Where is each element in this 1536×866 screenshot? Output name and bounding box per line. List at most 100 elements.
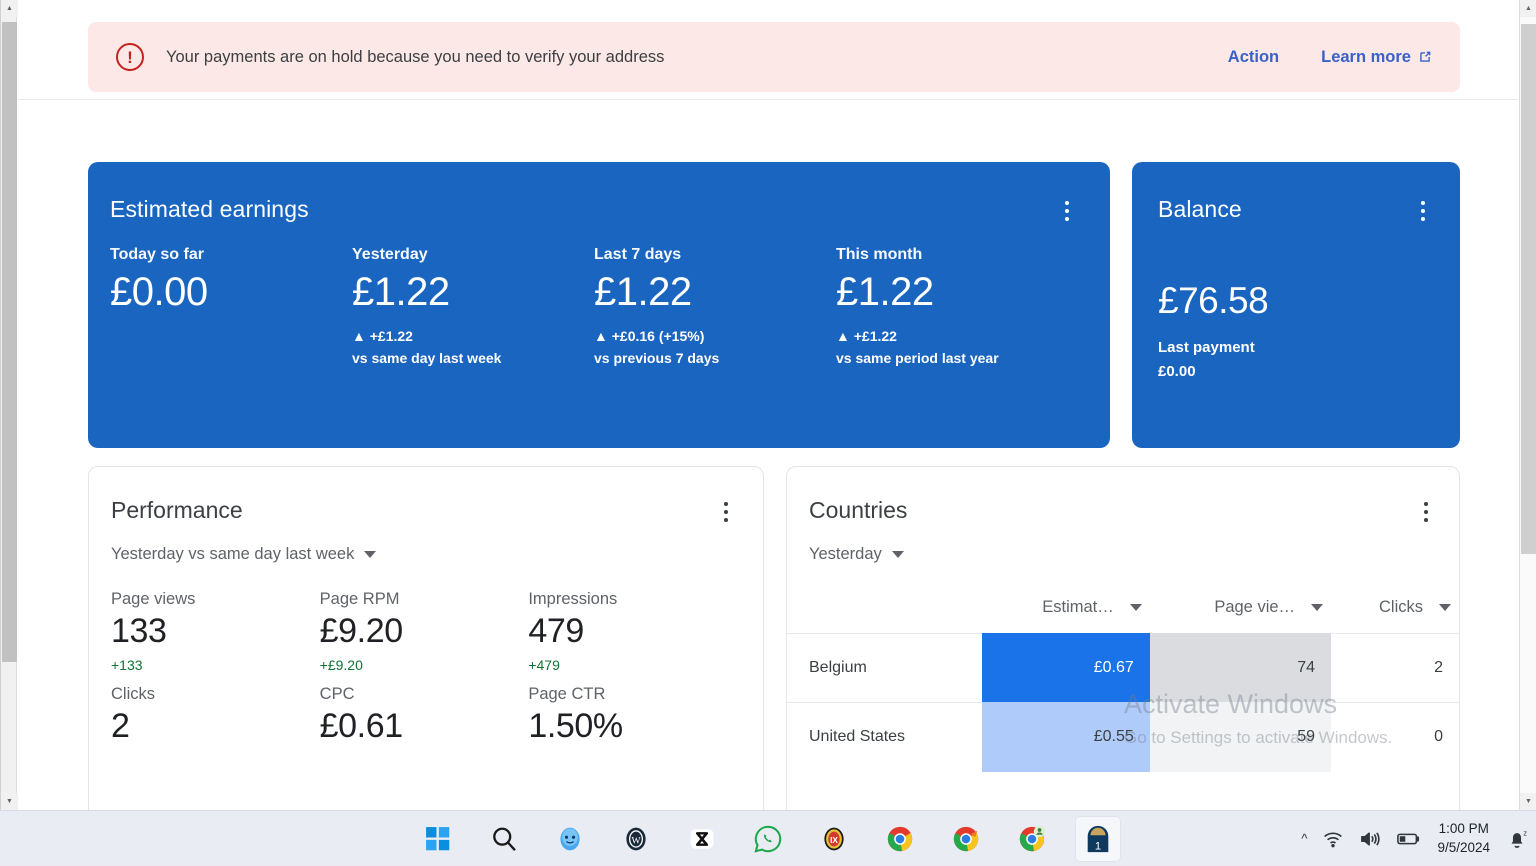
scroll-down-arrow-icon[interactable]: ▼ xyxy=(1,793,18,810)
metric-delta: ▲ +£0.16 (+15%) vs previous 7 days xyxy=(594,326,836,369)
svg-text:z: z xyxy=(1523,828,1527,837)
countries-table-header-row: Estimat… Page vie… Clicks xyxy=(787,588,1459,634)
performance-header: Performance xyxy=(111,497,737,525)
speaker-icon[interactable] xyxy=(1359,830,1381,848)
metric-value: £1.22 xyxy=(352,270,450,314)
payment-hold-alert: ! Your payments are on hold because you … xyxy=(88,22,1460,92)
balance-last-payment: Last payment £0.00 xyxy=(1158,336,1434,384)
chevron-down-icon xyxy=(1311,604,1324,611)
scroll-up-arrow-icon[interactable]: ▲ xyxy=(1,0,18,17)
metric-delta-value: ▲ +£1.22 xyxy=(836,328,897,344)
performance-more-options-icon[interactable] xyxy=(715,499,737,525)
col-estimated-earnings[interactable]: Estimat… xyxy=(982,588,1150,634)
tray-status-icons[interactable] xyxy=(1323,830,1421,848)
perf-metric-label: Page views xyxy=(111,590,196,608)
balance-header: Balance xyxy=(1158,196,1434,224)
last-payment-value: £0.00 xyxy=(1158,363,1196,380)
ixl-icon[interactable]: IX xyxy=(811,816,857,862)
perf-metric-value: £9.20 xyxy=(319,612,403,650)
metric-delta: ▲ +£1.22 vs same day last week xyxy=(352,326,594,369)
perf-metric-cpc: CPC £0.61 xyxy=(320,685,529,754)
countries-table-head: Estimat… Page vie… Clicks xyxy=(787,588,1459,634)
scroll-down-arrow-icon-right[interactable]: ▼ xyxy=(1520,793,1536,810)
estimated-earnings-more-options-icon[interactable] xyxy=(1056,198,1078,224)
chevron-down-icon xyxy=(891,551,904,558)
countries-range-label: Yesterday xyxy=(809,545,882,563)
external-link-icon xyxy=(1420,51,1431,62)
whatsapp-icon[interactable] xyxy=(745,816,791,862)
countries-title: Countries xyxy=(809,497,908,523)
countries-header-pad: Countries Yesterday xyxy=(787,497,1459,564)
wifi-icon[interactable] xyxy=(1323,830,1343,848)
col-estimated-earnings-label: Estimat… xyxy=(1042,598,1114,616)
perf-metric-value: 133 xyxy=(111,612,167,650)
cell-country: United States xyxy=(787,702,982,772)
metric-delta: ▲ +£1.22 vs same period last year xyxy=(836,326,1078,369)
chevron-down-icon xyxy=(364,551,377,558)
chrome-icon[interactable] xyxy=(877,816,923,862)
cell-clicks: 2 xyxy=(1331,633,1459,703)
metric-delta-value: ▲ +£1.22 xyxy=(352,328,413,344)
balance-title: Balance xyxy=(1158,196,1242,222)
alert-action-label: Action xyxy=(1227,47,1280,66)
alert-learn-more-link[interactable]: Learn more xyxy=(1321,48,1432,67)
clock-date: 9/5/2024 xyxy=(1437,839,1490,855)
perf-metric-value: 1.50% xyxy=(528,707,623,745)
summary-cards-row: Estimated earnings Today so far £0.00 Ye… xyxy=(88,162,1460,448)
chevron-down-icon xyxy=(1439,604,1451,611)
table-row[interactable]: United States £0.55 59 0 xyxy=(787,702,1459,772)
chrome-profile-icon[interactable] xyxy=(1009,816,1055,862)
notifications-silenced-icon[interactable]: z xyxy=(1506,828,1528,850)
left-scrollbar[interactable]: ▲ ▼ xyxy=(0,0,18,810)
battery-icon[interactable] xyxy=(1397,831,1421,847)
performance-card: Performance Yesterday vs same day last w… xyxy=(88,466,764,810)
left-scrollbar-thumb[interactable] xyxy=(2,22,17,662)
error-circle-icon: ! xyxy=(116,43,144,71)
metric-delta-value: ▲ +£0.16 (+15%) xyxy=(594,328,705,344)
alert-action-button[interactable]: Action xyxy=(1228,48,1279,67)
right-scrollbar-thumb[interactable] xyxy=(1521,24,1536,554)
countries-range-selector[interactable]: Yesterday xyxy=(809,545,904,564)
col-page-views[interactable]: Page vie… xyxy=(1150,588,1331,634)
copilot-icon[interactable] xyxy=(547,816,593,862)
balance-card: Balance £76.58 Last payment £0.00 xyxy=(1132,162,1460,448)
svg-text:1: 1 xyxy=(1095,840,1101,852)
performance-range-selector[interactable]: Yesterday vs same day last week xyxy=(111,545,377,564)
countries-header: Countries xyxy=(809,497,1437,525)
col-clicks[interactable]: Clicks xyxy=(1331,588,1459,634)
perf-metric-label: Impressions xyxy=(528,590,618,608)
perf-metric-delta: +133 xyxy=(111,657,143,673)
perf-metric-label: Clicks xyxy=(111,685,155,703)
metric-delta-note: vs same period last year xyxy=(836,349,999,366)
capcut-icon[interactable] xyxy=(679,816,725,862)
search-icon[interactable] xyxy=(481,816,527,862)
app-one-icon[interactable]: 1 xyxy=(1075,815,1121,862)
metric-yesterday: Yesterday £1.22 ▲ +£1.22 vs same day las… xyxy=(352,246,594,369)
perf-metric-delta: +479 xyxy=(528,657,560,673)
dashboard-content: Estimated earnings Today so far £0.00 Ye… xyxy=(18,100,1518,810)
metric-value: £1.22 xyxy=(594,270,692,314)
metric-value: £0.00 xyxy=(110,270,208,314)
perf-metric-label: CPC xyxy=(319,685,355,703)
estimated-earnings-title: Estimated earnings xyxy=(110,196,309,222)
taskbar-clock[interactable]: 1:00 PM 9/5/2024 xyxy=(1437,820,1490,856)
clock-time: 1:00 PM xyxy=(1438,821,1489,837)
perf-metric-label: Page RPM xyxy=(319,590,400,608)
perf-metric-delta: +£9.20 xyxy=(319,657,363,673)
alert-actions: Action Learn more xyxy=(1228,48,1432,67)
cell-earnings: £0.55 xyxy=(981,702,1150,772)
screen: ▲ ▼ ▲ ▼ ! Your payments are on hold beca… xyxy=(0,0,1536,866)
wikipedia-icon[interactable]: W xyxy=(613,816,659,862)
right-scrollbar[interactable]: ▲ ▼ xyxy=(1519,0,1536,810)
balance-more-options-icon[interactable] xyxy=(1412,198,1434,224)
performance-title: Performance xyxy=(111,497,243,523)
countries-more-options-icon[interactable] xyxy=(1415,499,1437,525)
table-row[interactable]: Belgium £0.67 74 2 xyxy=(787,633,1459,703)
chrome-update-icon[interactable] xyxy=(943,816,989,862)
perf-metric-page-views: Page views 133 +133 xyxy=(111,590,320,681)
windows-start-icon[interactable] xyxy=(415,816,461,862)
col-page-views-label: Page vie… xyxy=(1214,598,1296,616)
chevron-up-icon[interactable]: ^ xyxy=(1301,831,1307,846)
scroll-up-arrow-icon-right[interactable]: ▲ xyxy=(1520,0,1536,17)
estimated-earnings-metrics: Today so far £0.00 Yesterday £1.22 ▲ +£1… xyxy=(110,246,1078,369)
